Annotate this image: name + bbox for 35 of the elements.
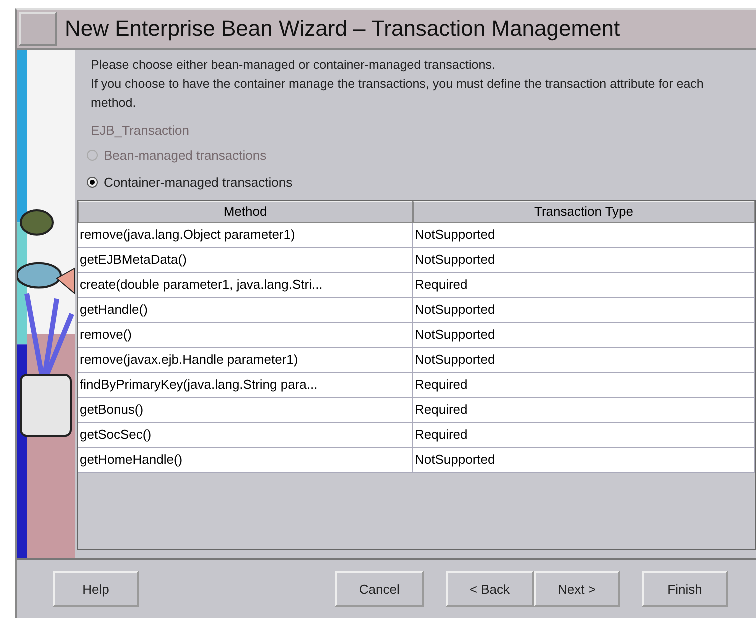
table-cell: Required — [413, 423, 755, 448]
radio-option[interactable]: Container-managed transactions — [87, 175, 756, 190]
table-cell: NotSupported — [413, 348, 755, 373]
dialog-button[interactable]: Finish — [642, 571, 728, 607]
column-header[interactable]: Transaction Type — [413, 201, 755, 223]
window-title: New Enterprise Bean Wizard – Transaction Management — [65, 16, 620, 42]
table-cell: getHomeHandle() — [78, 448, 413, 473]
table-cell: NotSupported — [413, 248, 755, 273]
table-cell: findByPrimaryKey(java.lang.String para... — [78, 373, 413, 398]
group-label: EJB_Transaction — [91, 123, 191, 138]
dialog-button[interactable]: Help — [53, 571, 139, 607]
table-cell: remove(java.lang.Object parameter1) — [78, 223, 413, 248]
column-header[interactable]: Method — [78, 201, 413, 223]
dialog-button[interactable]: Cancel — [335, 571, 424, 607]
table-cell: getHandle() — [78, 298, 413, 323]
table-cell: remove() — [78, 323, 413, 348]
radio-icon — [87, 177, 98, 188]
table-cell: NotSupported — [413, 298, 755, 323]
instruction-text: Please choose either bean-managed or container-managed transactions. — [91, 57, 496, 74]
table-cell: NotSupported — [413, 223, 755, 248]
dialog-button[interactable]: Next > — [534, 571, 620, 607]
table-cell: NotSupported — [413, 323, 755, 348]
window-menu-button[interactable] — [19, 12, 57, 46]
table-cell: Required — [413, 373, 755, 398]
radio-icon — [87, 150, 98, 161]
table-cell: create(double parameter1, java.lang.Stri... — [78, 273, 413, 298]
table-cell: getSocSec() — [78, 423, 413, 448]
table-cell: Required — [413, 273, 755, 298]
table-cell: getBonus() — [78, 398, 413, 423]
table-cell: getEJBMetaData() — [78, 248, 413, 273]
table-cell: Required — [413, 398, 755, 423]
dialog-button[interactable]: < Back — [446, 571, 534, 607]
table-cell: remove(javax.ejb.Handle parameter1) — [78, 348, 413, 373]
instruction-text: If you choose to have the container manage the transactions, you must define the transaction attribute for each method. — [91, 76, 705, 112]
table-cell: NotSupported — [413, 448, 755, 473]
